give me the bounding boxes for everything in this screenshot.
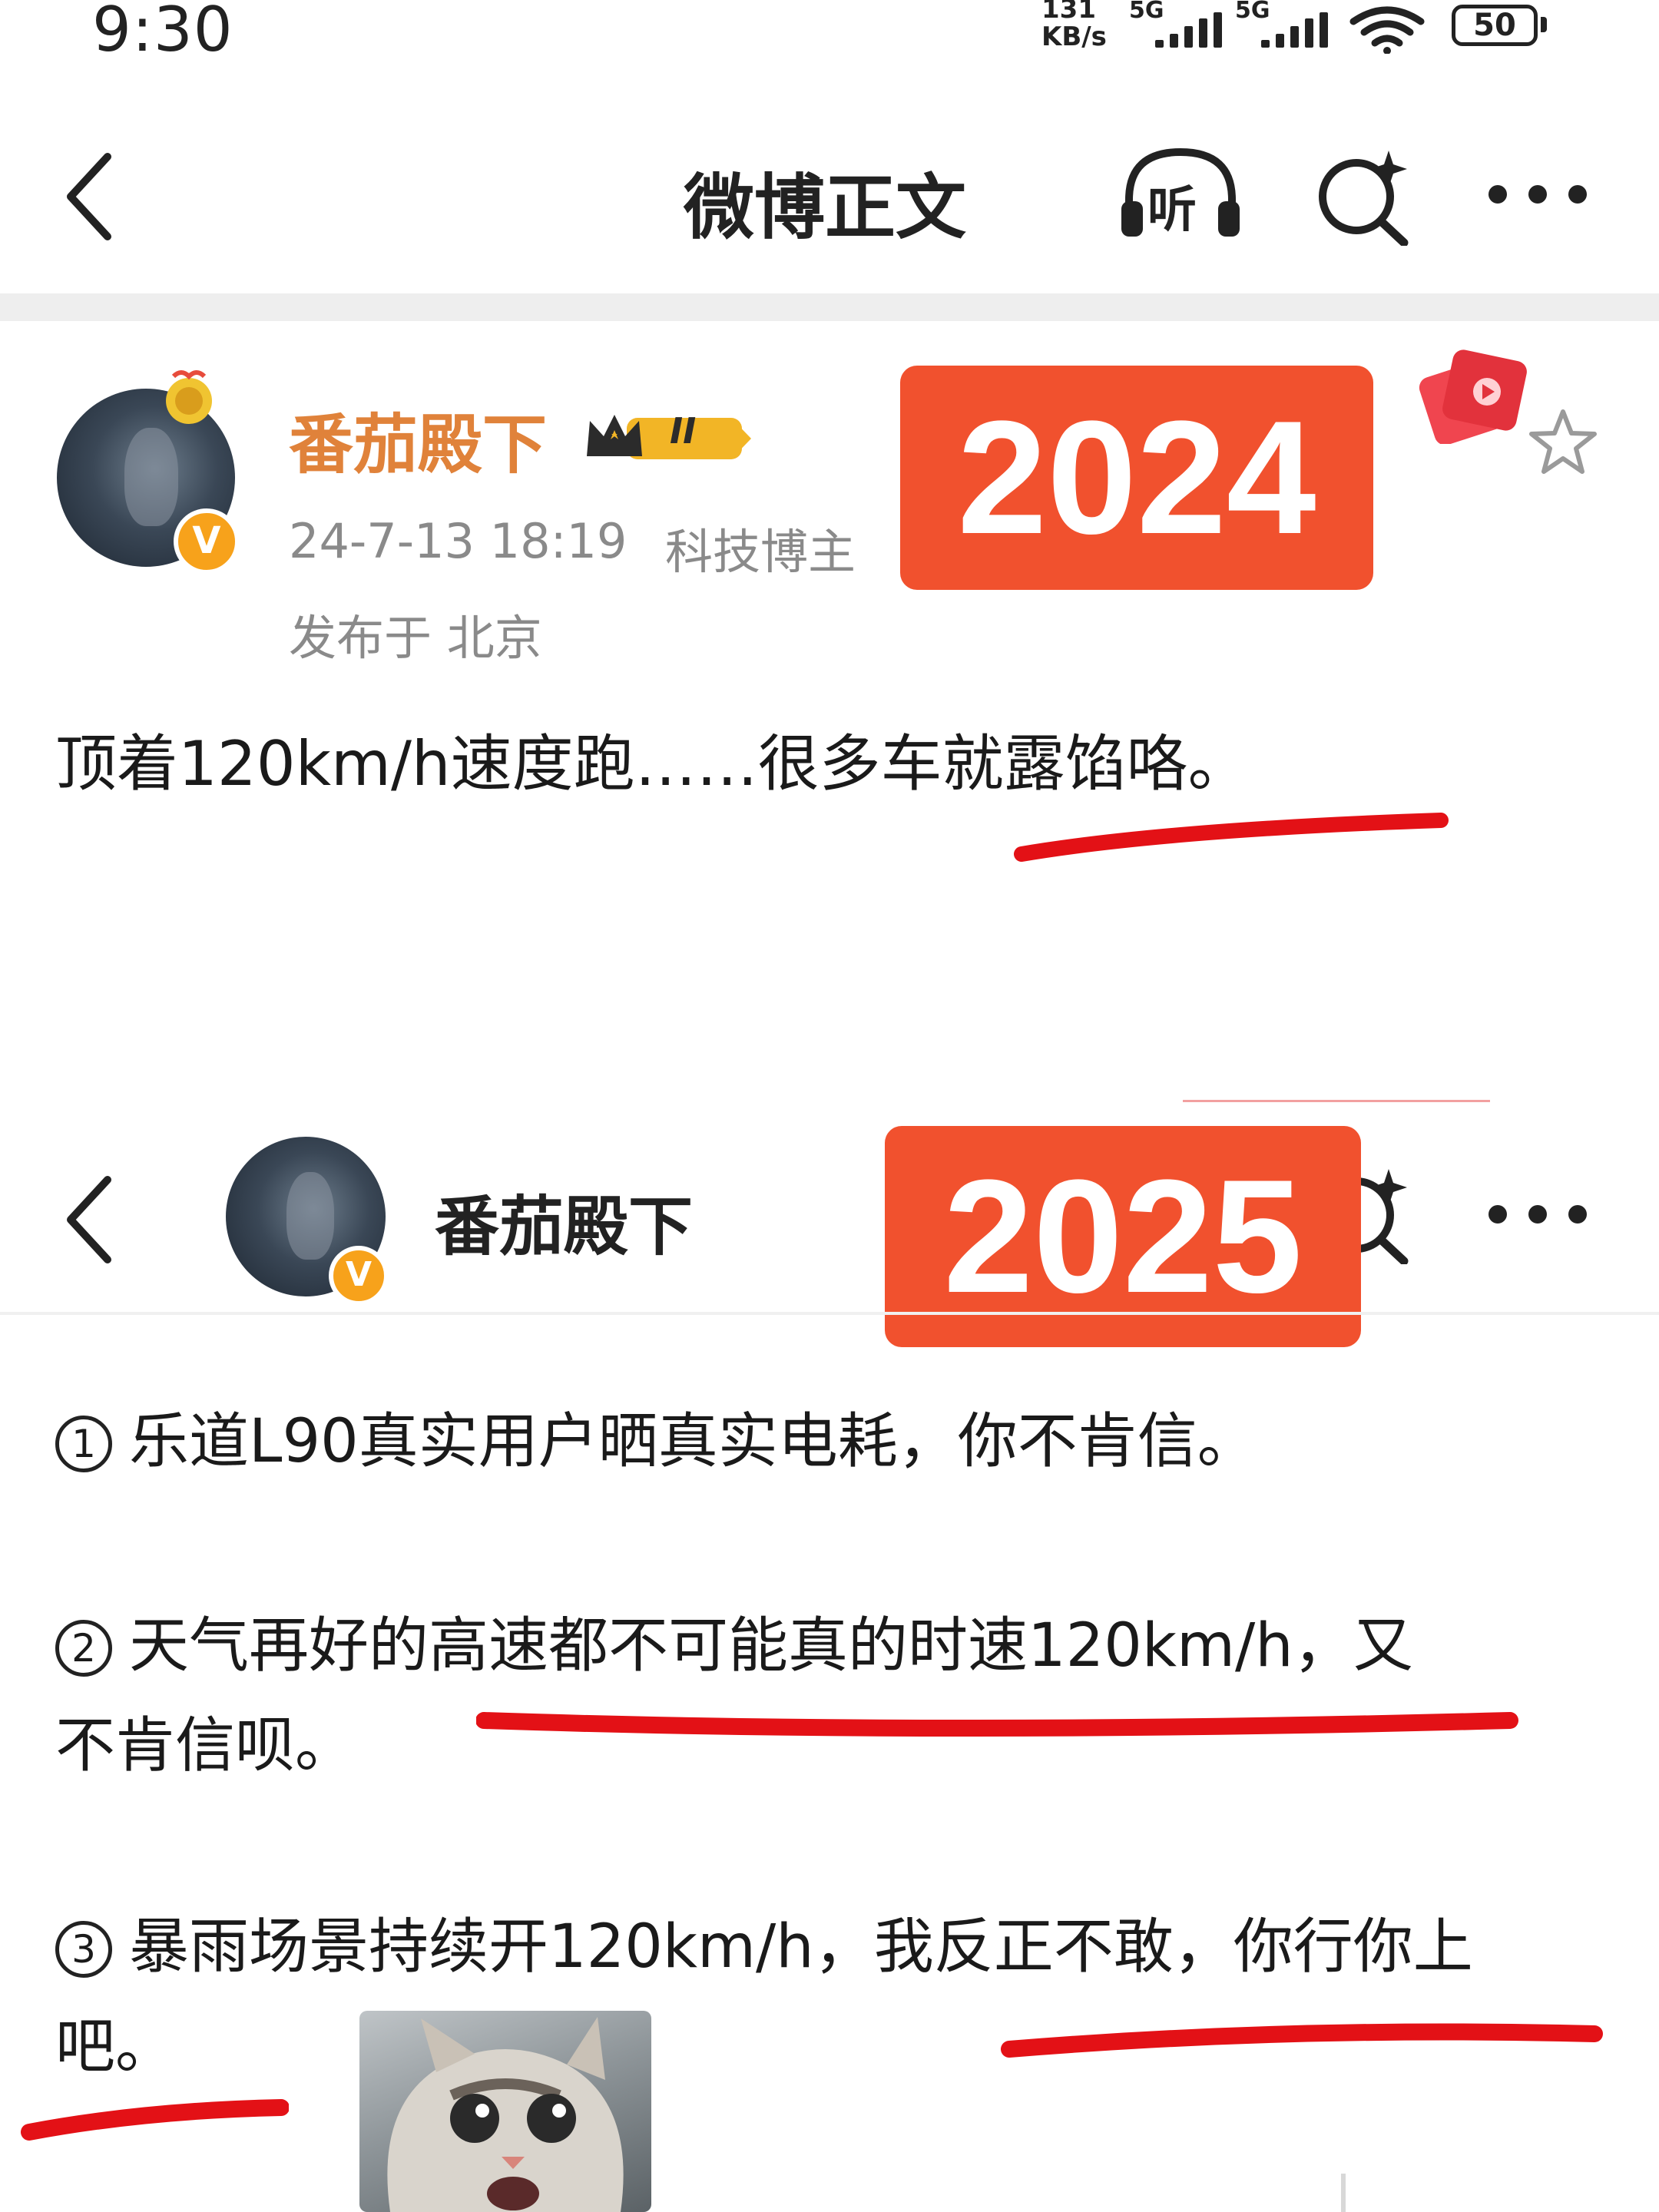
battery-indicator: 50	[1452, 5, 1538, 46]
verified-badge: V	[174, 508, 240, 575]
search-sparkle-icon[interactable]	[1312, 146, 1412, 246]
section-divider	[0, 293, 1659, 321]
red-underline-annotation	[1001, 2023, 1603, 2058]
signal-bars-1-icon	[1155, 12, 1222, 48]
avatar-pendant-icon	[166, 370, 212, 424]
red-underline-annotation	[1014, 813, 1449, 862]
battery-tip	[1541, 17, 1547, 32]
verified-badge: V	[329, 1246, 389, 1306]
member-level: II	[670, 410, 697, 452]
point-number: 2	[55, 1620, 112, 1677]
listen-button[interactable]: 听	[1118, 144, 1243, 244]
network-speed-unit: KB/s	[1041, 22, 1107, 52]
section-divider	[0, 1312, 1659, 1315]
faint-divider	[1183, 1100, 1490, 1102]
wifi-icon	[1349, 6, 1425, 54]
point-text: 乐道L90真实用户晒真实电耗，你不肯信。	[129, 1407, 1257, 1476]
scrollbar[interactable]	[1341, 2174, 1346, 2212]
more-icon[interactable]	[1485, 181, 1590, 207]
network-speed-value: 131	[1041, 0, 1096, 25]
username[interactable]: 番茄殿下	[435, 1175, 693, 1268]
status-time: 9:30	[92, 0, 233, 65]
post-timestamp: 24-7-13 18:19	[289, 513, 628, 569]
more-icon[interactable]	[1485, 1201, 1590, 1227]
red-packet-icon[interactable]	[1413, 344, 1528, 444]
red-underline-annotation	[476, 1712, 1518, 1737]
blogger-tag[interactable]: 科技博主	[665, 513, 856, 582]
point-1: 1 乐道L90真实用户晒真实电耗，你不肯信。	[55, 1392, 1257, 1492]
point-text: 天气再好的高速都不可能真的时速120km/h，又	[129, 1611, 1413, 1681]
year-label-2024: 2024	[900, 366, 1373, 590]
post-location: 发布于 北京	[289, 610, 542, 666]
crown-badge-icon[interactable]	[581, 407, 756, 469]
point-number: 1	[55, 1416, 112, 1472]
signal-bars-2-icon	[1261, 12, 1328, 48]
network-speed: 131 KB/s	[1041, 0, 1107, 51]
username[interactable]: 番茄殿下	[289, 393, 547, 486]
cat-reaction-image[interactable]	[359, 2011, 651, 2212]
point-number: 3	[55, 1921, 112, 1978]
point-text: 暴雨场景持续开120km/h，我反正不敢，你行你上	[129, 1912, 1473, 1982]
point-3: 3 暴雨场景持续开120km/h，我反正不敢，你行你上 吧。	[55, 1897, 1473, 2097]
back-icon[interactable]	[60, 1174, 121, 1266]
post-text: 顶着120km/h速度跑……很多车就露馅咯。	[55, 728, 1250, 800]
listen-label: 听	[1147, 182, 1197, 239]
star-icon[interactable]	[1528, 407, 1598, 476]
red-underline-annotation	[21, 2099, 289, 2141]
page-title-text: 微博正文	[683, 167, 966, 249]
